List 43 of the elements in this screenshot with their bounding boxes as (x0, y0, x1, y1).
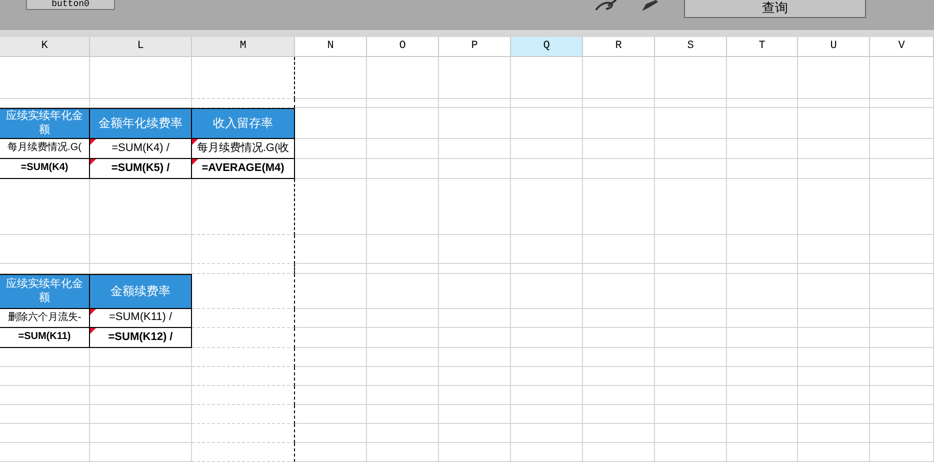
grid-cell[interactable] (192, 274, 295, 309)
table-cell: =SUM(K4) (0, 159, 90, 179)
grid-cell[interactable] (192, 405, 295, 424)
column-header[interactable]: K (0, 37, 90, 57)
table-cell: =AVERAGE(M4) (192, 159, 295, 179)
grid-cell[interactable] (192, 328, 295, 348)
query-button[interactable]: 查询 (684, 0, 866, 18)
column-header[interactable]: Q (511, 37, 583, 57)
table-header-cell: 应续实续年化金额 (0, 274, 90, 309)
grid-cell[interactable] (192, 179, 295, 235)
grid-cell[interactable] (192, 443, 295, 462)
column-header[interactable]: S (655, 37, 727, 57)
column-header[interactable]: L (90, 37, 192, 57)
grid-cell[interactable] (192, 386, 295, 405)
grid-cell[interactable] (192, 424, 295, 443)
column-header[interactable]: M (192, 37, 295, 57)
table-cell: =SUM(K5) / (90, 159, 192, 179)
column-header[interactable]: P (439, 37, 511, 57)
column-header[interactable]: T (727, 37, 798, 57)
grid-cell[interactable] (192, 264, 295, 274)
table-cell: 每月续费情况.G( (0, 139, 90, 159)
table-cell: 删除六个月流失- (0, 309, 90, 328)
table-header-cell: 应续实续年化金额 (0, 108, 90, 139)
table-header-cell: 金额续费率 (90, 274, 192, 309)
pen-icon[interactable] (640, 0, 660, 12)
table-header-cell: 金额年化续费率 (90, 108, 192, 139)
column-header[interactable]: O (367, 37, 439, 57)
table-header-cell: 收入留存率 (192, 108, 295, 139)
table-cell: =SUM(K4) / (90, 139, 192, 159)
brush-icon[interactable] (594, 0, 618, 12)
table-cell: 每月续费情况.G(收 (192, 139, 295, 159)
grid-cell[interactable] (192, 367, 295, 386)
column-header[interactable]: U (798, 37, 870, 57)
table-cell: =SUM(K11) (0, 328, 90, 348)
column-header[interactable]: N (295, 37, 367, 57)
table-cell: =SUM(K11) / (90, 309, 192, 328)
grid-cell[interactable] (192, 57, 295, 99)
grid-cell[interactable] (192, 348, 295, 367)
grid-cell[interactable] (192, 235, 295, 264)
column-header[interactable]: V (870, 37, 934, 57)
table-cell: =SUM(K12) / (90, 328, 192, 348)
grid-cell[interactable] (192, 309, 295, 328)
column-header[interactable]: R (583, 37, 655, 57)
